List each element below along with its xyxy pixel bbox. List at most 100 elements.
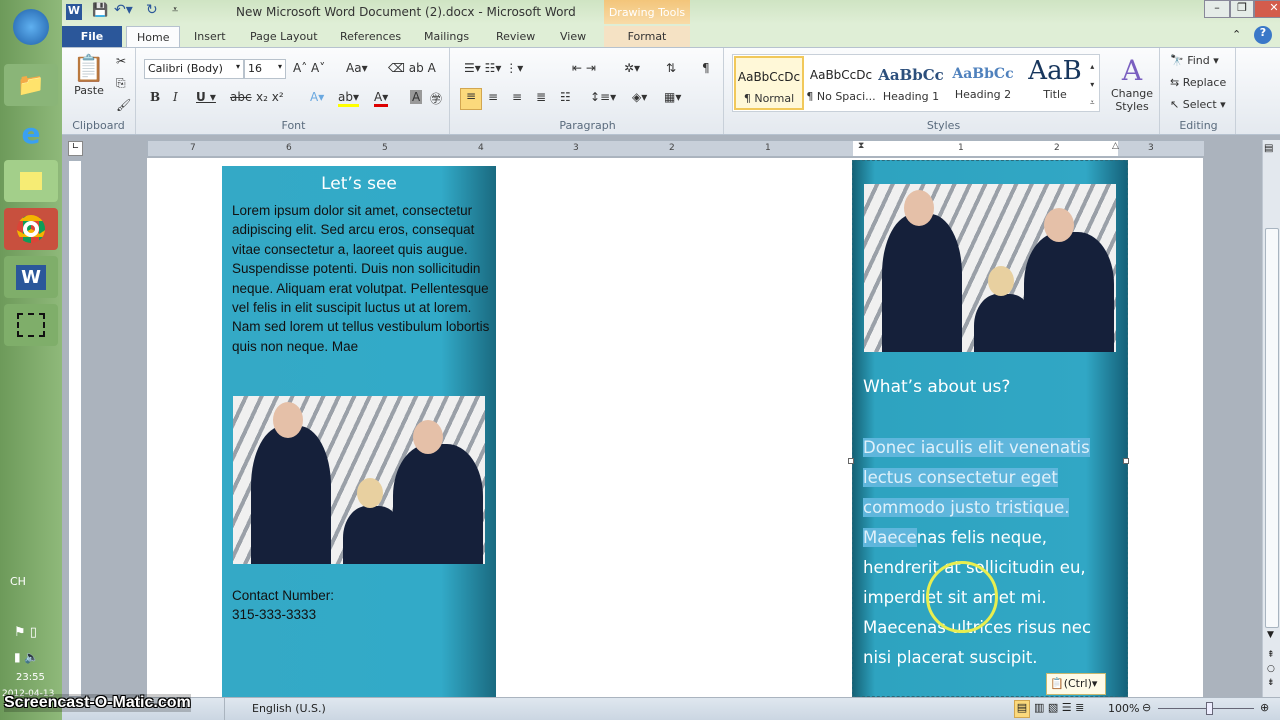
undo-icon[interactable]: ↶▾	[114, 2, 133, 18]
indent-marker[interactable]: ⧗	[858, 141, 864, 151]
windows-taskbar: 📁 e W CH ⚑ ▯ ▮ 🔈 23:55 2012-04-13	[0, 0, 62, 720]
tab-insert[interactable]: Insert	[184, 26, 236, 47]
vertical-scrollbar[interactable]: ▼ ⇞ ○ ⇟	[1262, 140, 1280, 697]
styles-scroll-icon[interactable]: ▴ ▾ ⩡	[1090, 58, 1095, 112]
font-color-icon[interactable]: A▾	[374, 90, 389, 107]
distributed-button[interactable]: ☷	[560, 90, 571, 104]
next-page-icon[interactable]: ⇟	[1267, 678, 1275, 688]
change-styles-button[interactable]: A Change Styles	[1110, 54, 1154, 113]
highlight-icon[interactable]: ab▾	[338, 90, 359, 107]
tab-review[interactable]: Review	[486, 26, 545, 47]
tab-mailings[interactable]: Mailings	[414, 26, 479, 47]
bullets-icon[interactable]: ☰▾ ☷▾ ⋮▾	[464, 61, 523, 75]
clipboard-group: 📋 Paste ✂ ⎘ 🖌 Clipboard	[62, 48, 136, 134]
borders-icon[interactable]: ▦▾	[664, 90, 681, 104]
sort-icon[interactable]: ⇅	[666, 61, 676, 75]
redo-icon[interactable]: ↻	[146, 2, 158, 18]
show-marks-icon[interactable]: ¶	[702, 61, 710, 75]
style-title[interactable]: AaB Title	[1020, 56, 1090, 110]
copy-icon[interactable]: ⎘	[116, 76, 126, 91]
line-spacing-icon[interactable]: ↕≡▾	[590, 90, 616, 104]
shading-icon[interactable]: ◈▾	[632, 90, 647, 104]
tab-format[interactable]: Format	[604, 26, 690, 47]
print-layout-button[interactable]: ▤	[1014, 700, 1030, 718]
zoom-in-button[interactable]: ⊕	[1260, 701, 1269, 714]
scrollbar-thumb[interactable]	[1265, 228, 1279, 628]
left-text-panel[interactable]: Let’s see Lorem ipsum dolor sit amet, co…	[222, 166, 496, 697]
clear-formatting-icon[interactable]: ⌫ ab A	[388, 61, 436, 75]
customize-toolbar-icon[interactable]: ⩡	[172, 3, 178, 17]
format-painter-icon[interactable]: 🖌	[116, 98, 131, 112]
zoom-level[interactable]: 100%	[1108, 702, 1139, 715]
prev-page-icon[interactable]: ⇞	[1267, 650, 1275, 660]
change-case-icon[interactable]: Aa▾	[346, 61, 368, 75]
align-left-button[interactable]: ≡	[460, 88, 482, 110]
font-size-select[interactable]: 16 ▾	[244, 59, 286, 79]
underline-button[interactable]: U ▾	[196, 90, 216, 104]
justify-button[interactable]: ≣	[536, 90, 546, 104]
horizontal-ruler[interactable]: 7 6 5 4 3 2 1 1 2 3 ⧗ △	[147, 140, 1204, 157]
restore-button[interactable]: ❐	[1230, 0, 1254, 18]
chrome-icon[interactable]	[4, 208, 58, 250]
character-shading-icon[interactable]: A	[410, 90, 423, 104]
select-button[interactable]: ↖ Select ▾	[1170, 98, 1226, 111]
word-icon[interactable]: W	[4, 256, 58, 298]
replace-button[interactable]: ⇆ Replace	[1170, 76, 1226, 89]
flag-icon[interactable]: ⚑ ▯	[14, 625, 37, 640]
align-right-button[interactable]: ≡	[512, 90, 522, 104]
explorer-icon[interactable]: 📁	[4, 64, 58, 106]
find-button[interactable]: 🔭 Find ▾	[1170, 54, 1219, 67]
enclose-characters-icon[interactable]: ㊫	[430, 90, 442, 107]
scroll-down-icon[interactable]: ▼	[1267, 630, 1274, 640]
right-panel-body[interactable]: Donec iaculis elit venenatis lectus cons…	[863, 433, 1113, 673]
indent-icon[interactable]: ⇤ ⇥	[572, 61, 596, 75]
paste-button[interactable]: 📋 Paste	[72, 54, 106, 97]
tab-home[interactable]: Home	[126, 26, 181, 47]
tab-references[interactable]: References	[330, 26, 411, 47]
zoom-slider[interactable]	[1206, 702, 1213, 715]
ie-icon[interactable]: e	[4, 112, 58, 154]
language-status[interactable]: English (U.S.)	[252, 702, 326, 715]
change-styles-icon: A	[1121, 54, 1143, 87]
tab-selector-button[interactable]: ∟	[68, 141, 83, 156]
resize-handle-left[interactable]	[848, 458, 854, 464]
language-indicator[interactable]: CH	[10, 575, 26, 588]
sticky-notes-icon[interactable]	[4, 160, 58, 202]
cut-icon[interactable]: ✂	[116, 54, 126, 68]
style-heading-2[interactable]: AaBbCc Heading 2	[948, 56, 1018, 110]
close-button[interactable]: ✕	[1254, 0, 1280, 18]
screen-capture-icon[interactable]	[4, 304, 58, 346]
view-ruler-icon[interactable]: ▤	[1264, 143, 1273, 154]
tab-view[interactable]: View	[550, 26, 596, 47]
paste-options-button[interactable]: 📋(Ctrl)▾	[1046, 673, 1106, 695]
right-indent-marker[interactable]: △	[1112, 141, 1119, 151]
tab-file[interactable]: File	[62, 26, 122, 47]
asian-layout-icon[interactable]: ✲▾	[624, 61, 640, 75]
italic-button[interactable]: I	[173, 90, 178, 104]
strikethrough-button[interactable]: abc	[230, 90, 252, 104]
browse-object-icon[interactable]: ○	[1267, 664, 1275, 674]
style-heading-1[interactable]: AaBbCc Heading 1	[876, 56, 946, 110]
title-bar: W 💾 ↶▾ ↻ ⩡ New Microsoft Word Document (…	[62, 0, 1280, 24]
text-effects-icon[interactable]: A▾	[310, 90, 324, 104]
view-buttons[interactable]: ▥ ▧ ☰ ≣	[1034, 701, 1084, 714]
minimize-ribbon-icon[interactable]: ⌃	[1232, 28, 1241, 41]
zoom-out-button[interactable]: ⊖	[1142, 701, 1151, 714]
clock-time[interactable]: 23:55	[16, 672, 45, 683]
help-icon[interactable]: ?	[1254, 26, 1272, 44]
minimize-button[interactable]: –	[1204, 0, 1230, 18]
font-name-select[interactable]: Calibri (Body) ▾	[144, 59, 244, 79]
bold-button[interactable]: B	[150, 90, 160, 104]
save-icon[interactable]: 💾	[92, 3, 108, 18]
grow-font-icon[interactable]: A˄ A˅	[293, 61, 325, 75]
style-no-spacing[interactable]: AaBbCcDc ¶ No Spaci...	[806, 56, 876, 110]
style-normal[interactable]: AaBbCcDc ¶ Normal	[734, 56, 804, 110]
start-button[interactable]	[4, 6, 58, 48]
right-panel-heading: What’s about us?	[863, 377, 1011, 397]
resize-handle-right[interactable]	[1123, 458, 1129, 464]
vertical-ruler[interactable]	[68, 160, 82, 697]
subscript-button[interactable]: x₂ x²	[256, 90, 284, 104]
volume-icon[interactable]: ▮ 🔈	[14, 650, 39, 664]
align-center-button[interactable]: ≡	[488, 90, 498, 104]
tab-page-layout[interactable]: Page Layout	[240, 26, 328, 47]
